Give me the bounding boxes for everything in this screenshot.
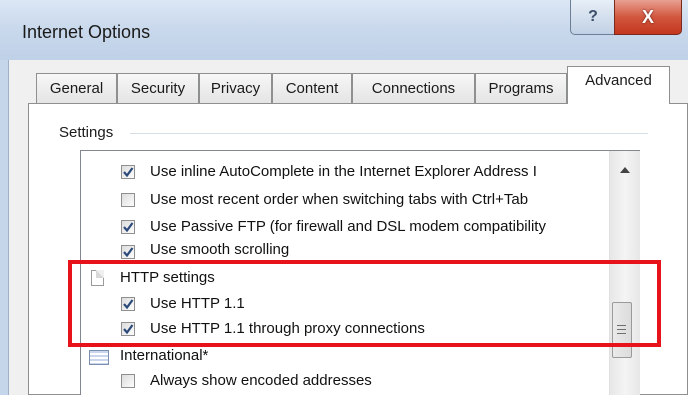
group-divider: [130, 133, 648, 134]
close-icon: X: [641, 6, 654, 27]
list-item-label: Use most recent order when switching tab…: [150, 191, 529, 208]
settings-group-label: Settings: [59, 124, 120, 141]
tab-general[interactable]: General: [36, 73, 117, 103]
close-button[interactable]: X: [614, 0, 682, 35]
tab-security[interactable]: Security: [117, 73, 199, 103]
checkbox-encoded-addresses[interactable]: [121, 374, 135, 388]
highlight-box: [68, 260, 661, 347]
list-item-label: Use Passive FTP (for firewall and DSL mo…: [150, 218, 546, 235]
scroll-up-arrow-icon[interactable]: [620, 167, 630, 173]
checkbox-smooth-scrolling[interactable]: [121, 245, 135, 259]
category-international: International*: [120, 347, 209, 364]
title-bar: Internet Options ? X: [0, 0, 688, 61]
list-item-label: Always show encoded addresses: [150, 372, 372, 389]
checkmark-icon: [123, 167, 134, 178]
help-icon: ?: [588, 8, 598, 25]
tab-programs[interactable]: Programs: [475, 73, 567, 103]
list-item-label: Use inline AutoComplete in the Internet …: [150, 163, 537, 180]
checkbox-recent-order-tabs[interactable]: [121, 193, 135, 207]
checkmark-icon: [123, 247, 134, 258]
tab-advanced[interactable]: Advanced: [567, 66, 670, 104]
checkbox-passive-ftp[interactable]: [121, 220, 135, 234]
window-title: Internet Options: [22, 22, 151, 42]
tab-privacy[interactable]: Privacy: [199, 73, 272, 103]
checkmark-icon: [123, 222, 134, 233]
tab-connections[interactable]: Connections: [352, 73, 475, 103]
list-item-label: Use smooth scrolling: [150, 241, 290, 258]
help-button[interactable]: ?: [570, 0, 616, 35]
tab-content[interactable]: Content: [272, 73, 352, 103]
international-icon: [89, 350, 109, 365]
checkbox-inline-autocomplete[interactable]: [121, 165, 135, 179]
window-frame: [0, 60, 9, 395]
